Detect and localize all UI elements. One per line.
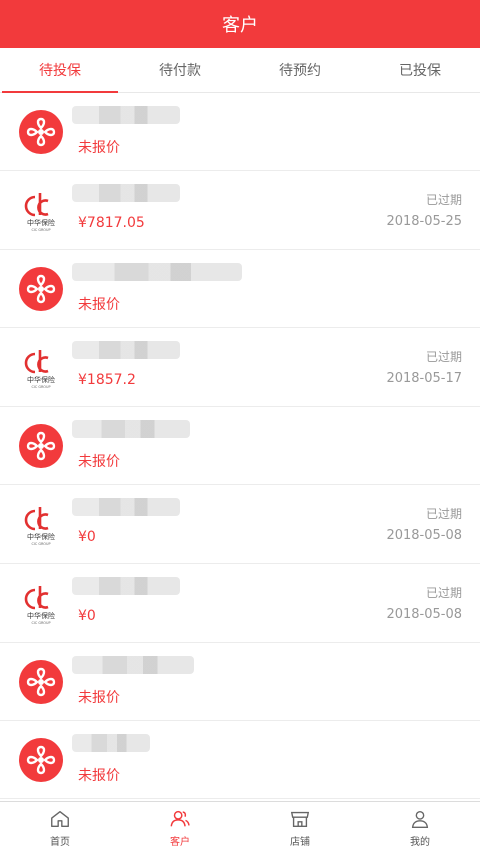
tab-label: 已投保: [399, 63, 441, 79]
customer-row[interactable]: 未报价: [0, 407, 480, 485]
logo-text-cn: 中华保险: [27, 532, 55, 541]
status-badge: 已过期: [425, 507, 462, 521]
zhonghua-insurance-logo: 中华保险CIC GROUP: [24, 350, 55, 389]
zhonghua-insurance-logo: 中华保险CIC GROUP: [24, 586, 55, 625]
quote-value: 未报价: [78, 297, 120, 313]
customer-row[interactable]: 中华保险 CIC GROUP ¥7817.05 已过期 2018-05-25: [0, 171, 480, 250]
status-badge: 已过期: [425, 350, 462, 364]
customer-row[interactable]: 未报价: [0, 250, 480, 328]
app-screen: 客户 待投保 待付款 待预约 已投保 未报价 中华保险 CIC GROUP ¥7817…: [0, 0, 480, 853]
tabbar-store[interactable]: 店铺: [240, 802, 360, 853]
zhonghua-insurance-logo: 中华保险CIC GROUP: [24, 193, 55, 232]
customer-name-redacted: [72, 341, 180, 359]
quote-value: ¥0: [78, 608, 96, 624]
red-cross-logo: [19, 738, 63, 782]
quote-value: ¥1857.2: [78, 372, 136, 388]
quote-value: 未报价: [78, 768, 120, 784]
customer-row[interactable]: 中华保险 CIC GROUP ¥0 已过期 2018-05-08: [0, 564, 480, 643]
logo-text-en: CIC GROUP: [32, 228, 51, 232]
tab-pending-insure[interactable]: 待投保: [0, 48, 120, 93]
logo-text-en: CIC GROUP: [32, 621, 51, 625]
tabbar-label: 我的: [410, 836, 430, 848]
quote-value: 未报价: [78, 690, 120, 706]
tabbar-me[interactable]: 我的: [360, 802, 480, 853]
customer-row[interactable]: 未报价: [0, 721, 480, 799]
tab-label: 待投保: [39, 63, 81, 79]
tabbar-label: 店铺: [290, 836, 310, 848]
quote-value: 未报价: [78, 454, 120, 470]
store-icon: [290, 811, 310, 827]
tab-insured[interactable]: 已投保: [360, 48, 480, 92]
quote-value: 未报价: [78, 140, 120, 156]
customer-name-redacted: [72, 184, 180, 202]
tabbar-home[interactable]: 首页: [0, 802, 120, 853]
customer-name-redacted: [72, 106, 180, 124]
quote-value: ¥7817.05: [78, 215, 145, 231]
customer-name-redacted: [72, 263, 242, 281]
customer-name-redacted: [72, 498, 180, 516]
tabbar-customers[interactable]: 客户: [120, 802, 240, 853]
status-badge: 已过期: [425, 586, 462, 600]
tab-pending-appointment[interactable]: 待预约: [240, 48, 360, 92]
red-cross-logo: [19, 660, 63, 704]
customer-row[interactable]: 未报价: [0, 643, 480, 721]
customer-row[interactable]: 中华保险 CIC GROUP ¥0 已过期 2018-05-08: [0, 485, 480, 564]
bottom-tab-bar: 首页 客户 店铺 我的: [0, 801, 480, 853]
row-date: 2018-05-25: [386, 214, 462, 229]
tab-pending-payment[interactable]: 待付款: [120, 48, 240, 92]
row-date: 2018-05-08: [386, 607, 462, 622]
logo-text-cn: 中华保险: [27, 218, 55, 227]
zhonghua-insurance-logo: 中华保险CIC GROUP: [24, 507, 55, 546]
customer-row[interactable]: 中华保险 CIC GROUP ¥1857.2 已过期 2018-05-17: [0, 328, 480, 407]
user-icon: [411, 810, 429, 828]
top-bar: 客户: [0, 0, 480, 48]
tabbar-label: 客户: [170, 836, 190, 848]
red-cross-logo: [19, 267, 63, 311]
red-cross-logo: [19, 424, 63, 468]
customer-name-redacted: [72, 734, 150, 752]
status-badge: 已过期: [425, 193, 462, 207]
logo-text-en: CIC GROUP: [32, 542, 51, 546]
logo-text-en: CIC GROUP: [32, 385, 51, 389]
row-date: 2018-05-17: [386, 371, 462, 386]
page-title: 客户: [222, 15, 258, 36]
customers-icon: [170, 810, 190, 826]
customer-row[interactable]: 未报价: [0, 93, 480, 171]
customer-name-redacted: [72, 656, 194, 674]
customer-name-redacted: [72, 420, 190, 438]
logo-text-cn: 中华保险: [27, 611, 55, 620]
home-icon: [51, 810, 69, 827]
tab-label: 待预约: [279, 63, 321, 79]
customer-list: 未报价 中华保险 CIC GROUP ¥7817.05 已过期 2018-05-25 未报价…: [0, 93, 480, 801]
logo-text-cn: 中华保险: [27, 375, 55, 384]
row-date: 2018-05-08: [386, 528, 462, 543]
red-cross-logo: [19, 110, 63, 154]
tab-label: 待付款: [159, 63, 201, 79]
status-tabs: 待投保 待付款 待预约 已投保: [0, 48, 480, 93]
tabbar-label: 首页: [50, 836, 70, 848]
customer-name-redacted: [72, 577, 180, 595]
quote-value: ¥0: [78, 529, 96, 545]
